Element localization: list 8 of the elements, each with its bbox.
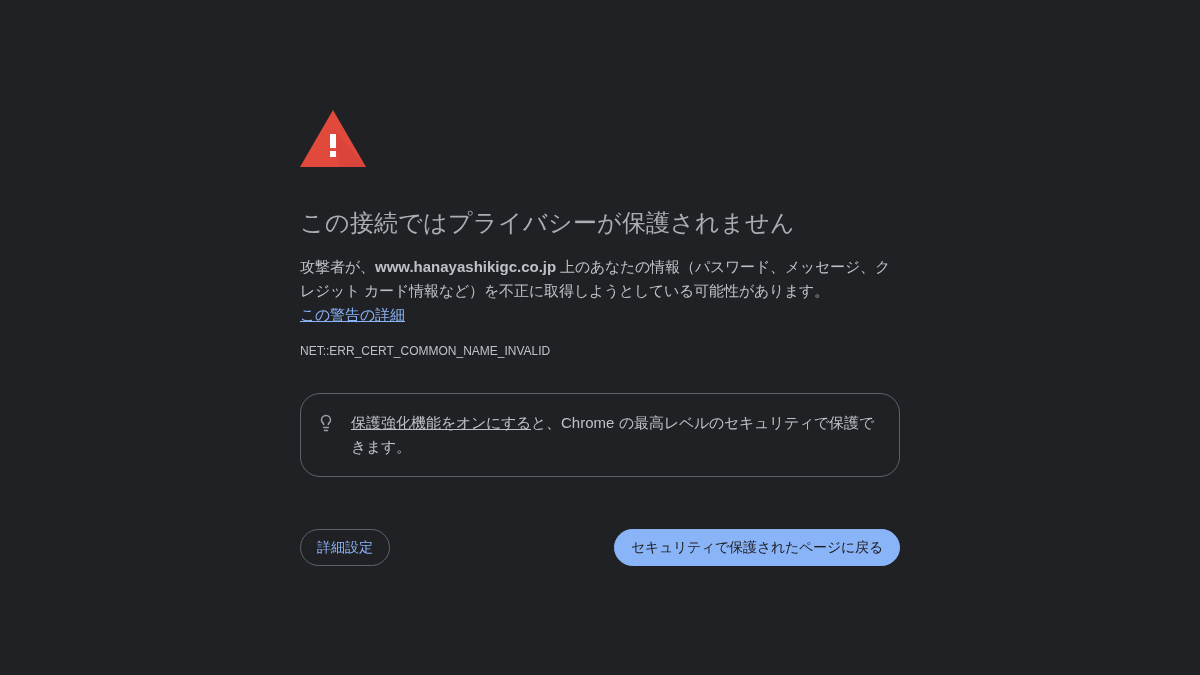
error-heading: この接続ではプライバシーが保護されません [300,208,796,238]
enhanced-protection-link[interactable]: 保護強化機能をオンにする [351,414,531,431]
error-code: NET::ERR_CERT_COMMON_NAME_INVALID [300,343,551,359]
warning-triangle-icon [300,110,366,167]
back-to-safety-button[interactable]: セキュリティで保護されたページに戻る [614,529,900,566]
error-message: 攻撃者が、www.hanayashikigc.co.jp 上のあなたの情報（パスワード、メッセージ、クレジット カード情報など）を不正に取得しようとしている可能性があります。 この警告の詳細 [300,257,892,325]
learn-more-link[interactable]: この警告の詳細 [300,306,405,323]
tip-text: 保護強化機能をオンにする と、Chrome の最高レベルのセキュリティで保護できます。 [351,413,875,457]
